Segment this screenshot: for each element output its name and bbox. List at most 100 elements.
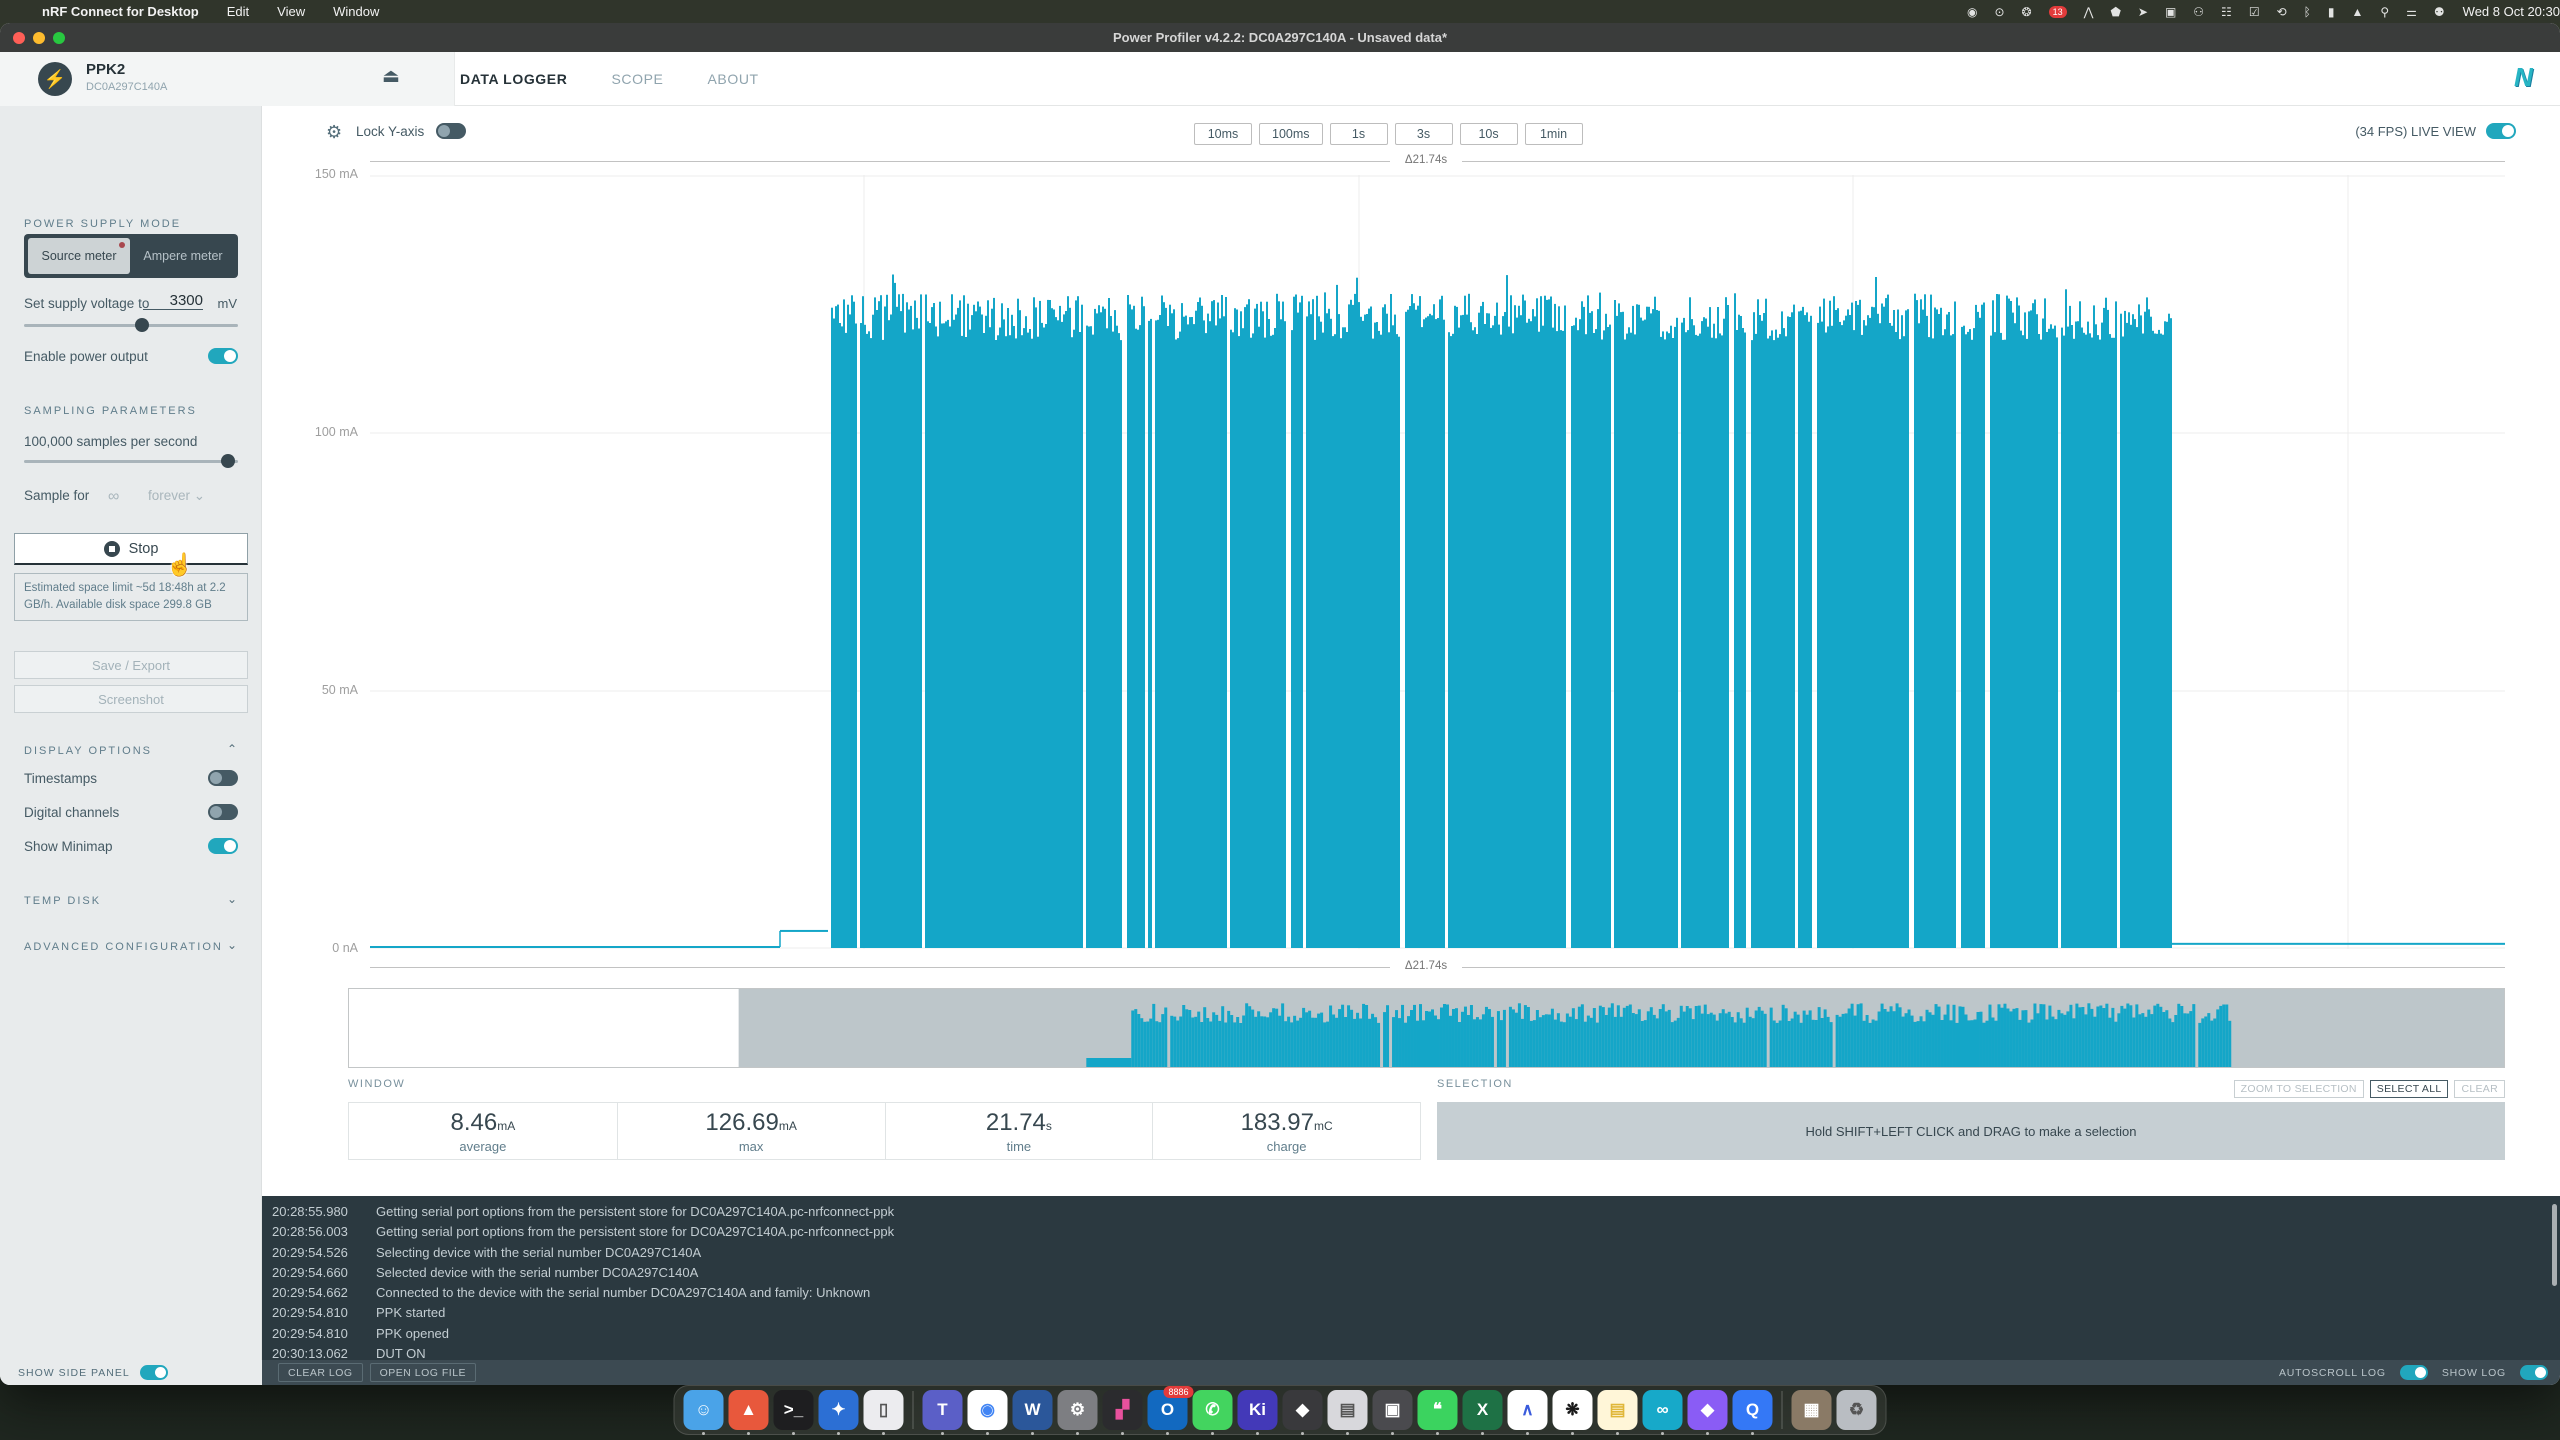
- dock-notes[interactable]: ▤: [1598, 1390, 1638, 1430]
- checklist-icon[interactable]: ☑: [2249, 5, 2260, 19]
- tab-scope[interactable]: SCOPE: [611, 71, 663, 87]
- user-switch-icon[interactable]: ⚉: [2434, 5, 2445, 19]
- samples-slider[interactable]: [24, 454, 238, 468]
- menu-item-nrf-connect-for-desktop[interactable]: nRF Connect for Desktop: [42, 4, 199, 19]
- live-view-toggle[interactable]: [2486, 123, 2516, 139]
- menubar-clock[interactable]: Wed 8 Oct 20:30: [2463, 4, 2560, 19]
- sample-duration-select[interactable]: forever ⌄: [148, 488, 205, 504]
- menu-item-view[interactable]: View: [277, 4, 305, 19]
- capture-icon[interactable]: ▣: [2165, 5, 2176, 19]
- status-green-icon[interactable]: ⚇: [2193, 5, 2204, 19]
- screenshot-button[interactable]: Screenshot: [14, 685, 248, 713]
- send-icon[interactable]: ➤: [2138, 5, 2148, 19]
- range-button-3s[interactable]: 3s: [1395, 123, 1453, 145]
- shield-icon[interactable]: ⬟: [2110, 5, 2120, 19]
- timestamps-toggle[interactable]: [208, 770, 238, 786]
- range-button-10s[interactable]: 10s: [1460, 123, 1518, 145]
- chevron-up-icon[interactable]: ⌃: [227, 742, 237, 756]
- stat-charge: 183.97mCcharge: [1152, 1103, 1420, 1159]
- notification-badge-icon[interactable]: 13: [2049, 6, 2067, 18]
- chart-settings-gear-icon[interactable]: ⚙: [326, 122, 342, 143]
- section-display-options[interactable]: DISPLAY OPTIONS: [24, 745, 152, 757]
- menu-item-edit[interactable]: Edit: [227, 4, 249, 19]
- enable-power-toggle[interactable]: [208, 348, 238, 364]
- dock-printer[interactable]: ▤: [1328, 1390, 1368, 1430]
- digital-channels-toggle[interactable]: [208, 804, 238, 820]
- dock-photo-viewer[interactable]: ▣: [1373, 1390, 1413, 1430]
- current-chart[interactable]: [370, 175, 2505, 949]
- dock-terminal[interactable]: >_: [774, 1390, 814, 1430]
- dock-whatsapp[interactable]: ✆: [1193, 1390, 1233, 1430]
- chevron-down-icon[interactable]: ⌄: [227, 892, 237, 906]
- battery-icon[interactable]: ▮: [2328, 5, 2335, 19]
- show-side-panel-toggle[interactable]: [140, 1365, 168, 1380]
- minimap[interactable]: [348, 988, 2505, 1068]
- lock-y-axis-toggle[interactable]: [436, 123, 466, 139]
- dock-minimized-window[interactable]: ▦: [1792, 1390, 1832, 1430]
- grid-app-icon[interactable]: ☷: [2221, 5, 2232, 19]
- dock-finder[interactable]: ☺: [684, 1390, 724, 1430]
- dock-iphone-mirroring[interactable]: ▯: [864, 1390, 904, 1430]
- dock-excel[interactable]: X: [1463, 1390, 1503, 1430]
- log-entry: 20:29:54.810PPK started: [262, 1303, 2560, 1323]
- stop-button[interactable]: Stop: [14, 533, 248, 565]
- tab-about[interactable]: ABOUT: [707, 71, 758, 87]
- spotlight-icon[interactable]: ⚲: [2380, 5, 2389, 19]
- zoom-window-button[interactable]: [53, 32, 65, 44]
- dock-nrf-connect[interactable]: ∞: [1643, 1390, 1683, 1430]
- dock-teams[interactable]: T: [923, 1390, 963, 1430]
- open-log-file-button[interactable]: OPEN LOG FILE: [370, 1363, 476, 1382]
- ring-icon[interactable]: ◉: [1967, 5, 1977, 19]
- range-button-1min[interactable]: 1min: [1525, 123, 1583, 145]
- save-export-button[interactable]: Save / Export: [14, 651, 248, 679]
- dock-final-cut[interactable]: ▞: [1103, 1390, 1143, 1430]
- voltage-slider[interactable]: [24, 318, 238, 332]
- spiral-icon[interactable]: ❂: [2022, 5, 2032, 19]
- dock-vscode[interactable]: ✦: [819, 1390, 859, 1430]
- dock-chrome[interactable]: ◉: [968, 1390, 1008, 1430]
- log-timestamp: 20:29:54.810: [272, 1303, 376, 1323]
- range-button-100ms[interactable]: 100ms: [1259, 123, 1323, 145]
- dock-outlook[interactable]: O8886: [1148, 1390, 1188, 1430]
- wifi-icon[interactable]: ▲: [2351, 5, 2363, 19]
- bluetooth-icon[interactable]: ᛒ: [2304, 5, 2311, 19]
- infinity-icon: ∞: [108, 488, 119, 506]
- minimize-window-button[interactable]: [33, 32, 45, 44]
- menu-item-window[interactable]: Window: [333, 4, 379, 19]
- eject-device-icon[interactable]: ⏏: [382, 65, 400, 88]
- section-temp-disk[interactable]: TEMP DISK: [24, 895, 101, 907]
- device-selector[interactable]: ⚡ PPK2 DC0A297C140A ⏏: [0, 52, 455, 106]
- toggle-label: Show Minimap: [24, 839, 113, 854]
- stat-value: 183.97mC: [1241, 1109, 1333, 1137]
- show-log-toggle[interactable]: [2520, 1365, 2548, 1380]
- dock-settings[interactable]: ⚙: [1058, 1390, 1098, 1430]
- show-minimap-toggle[interactable]: [208, 838, 238, 854]
- range-button-10ms[interactable]: 10ms: [1194, 123, 1252, 145]
- log-scrollbar[interactable]: [2552, 1204, 2557, 1286]
- tab-data-logger[interactable]: DATA LOGGER: [460, 71, 567, 87]
- dock-brave[interactable]: ▲: [729, 1390, 769, 1430]
- dock-trash[interactable]: ♻: [1837, 1390, 1877, 1430]
- dock-obsidian[interactable]: ◆: [1688, 1390, 1728, 1430]
- close-window-button[interactable]: [13, 32, 25, 44]
- mode-source-meter[interactable]: Source meter: [28, 238, 130, 274]
- dock-quicktime[interactable]: Q: [1733, 1390, 1773, 1430]
- clear-log-button[interactable]: CLEAR LOG: [278, 1363, 363, 1382]
- selection-select-all-button[interactable]: SELECT ALL: [2370, 1080, 2449, 1098]
- time-machine-icon[interactable]: ⟲: [2277, 5, 2287, 19]
- dock-kibana[interactable]: Ki: [1238, 1390, 1278, 1430]
- dock-word[interactable]: W: [1013, 1390, 1053, 1430]
- vpn-peak-icon[interactable]: ⋀: [2084, 5, 2094, 19]
- dock-messages[interactable]: ❝: [1418, 1390, 1458, 1430]
- dock-unity[interactable]: ◆: [1283, 1390, 1323, 1430]
- privacy-lock-icon[interactable]: ⊙: [1994, 5, 2004, 19]
- dock-chatgpt[interactable]: ❋: [1553, 1390, 1593, 1430]
- voltage-input[interactable]: [143, 292, 203, 310]
- autoscroll-log-toggle[interactable]: [2400, 1365, 2428, 1380]
- dock-nordvpn[interactable]: ∧: [1508, 1390, 1548, 1430]
- control-center-icon[interactable]: ⚌: [2406, 5, 2417, 19]
- range-button-1s[interactable]: 1s: [1330, 123, 1388, 145]
- section-advanced-configuration[interactable]: ADVANCED CONFIGURATION: [24, 941, 223, 953]
- chevron-down-icon[interactable]: ⌄: [227, 938, 237, 952]
- mode-ampere-meter[interactable]: Ampere meter: [132, 238, 234, 274]
